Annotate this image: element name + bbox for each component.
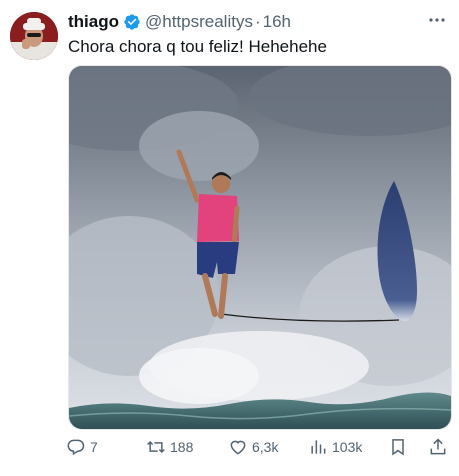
retweet-count: 188 [170,439,194,455]
avatar[interactable] [10,12,58,60]
more-icon[interactable] [427,10,447,30]
reply-icon [67,439,85,456]
share-button[interactable] [428,434,452,460]
like-count: 6,3k [252,439,279,455]
tweet-text: Chora chora q tou feliz! Hehehehe [68,37,327,56]
separator-dot: · [254,12,261,31]
like-icon [230,440,246,455]
like-button[interactable]: 6,3k [228,434,278,460]
tweet: thiago @httpsrealitys · 16h Chora chora … [0,0,459,476]
views-count: 103k [332,439,363,455]
author-name[interactable]: thiago [68,12,119,32]
share-icon [430,438,446,455]
reply-button[interactable]: 7 [66,434,98,460]
views-button[interactable]: 103k [308,434,362,460]
views-icon [311,440,326,454]
verified-badge-icon [124,14,140,30]
tweet-header: thiago @httpsrealitys · 16h [68,11,449,33]
retweet-button[interactable]: 188 [146,434,193,460]
author-handle[interactable]: @httpsrealitys [145,12,253,32]
bookmark-button[interactable] [388,434,412,460]
tweet-photo[interactable] [68,65,452,430]
reply-count: 7 [90,439,98,455]
tweet-timestamp[interactable]: 16h [263,12,291,32]
retweet-icon [147,440,165,454]
action-bar: 7 188 6,3k 103k [66,434,450,460]
bookmark-icon [392,439,404,456]
